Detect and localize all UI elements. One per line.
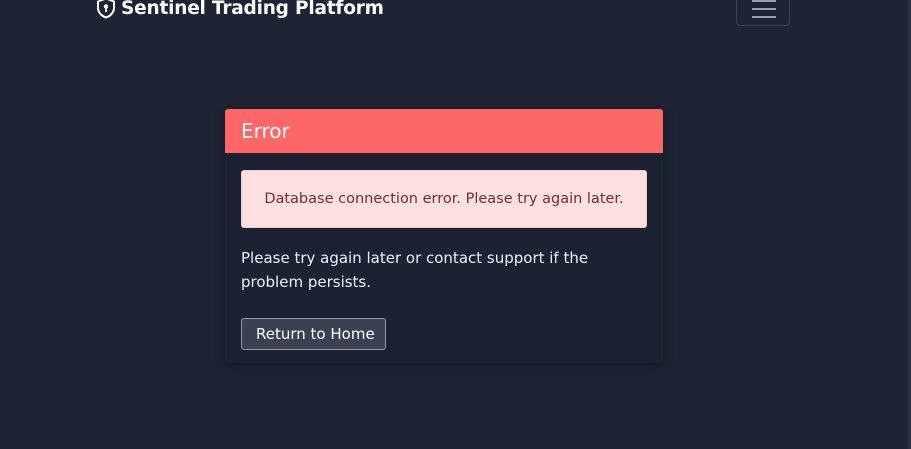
return-home-button[interactable]: Return to Home [241, 318, 386, 350]
navbar: Sentinel Trading Platform [0, 0, 911, 30]
shield-lock-icon [96, 0, 116, 19]
page: Sentinel Trading Platform Error Database… [0, 0, 911, 449]
error-alert: Database connection error. Please try ag… [241, 170, 647, 228]
error-alert-text: Database connection error. Please try ag… [264, 191, 624, 207]
error-card-header: Error [225, 109, 663, 153]
error-message: Please try again later or contact suppor… [241, 249, 589, 291]
navbar-toggle-button[interactable] [736, 0, 790, 26]
error-card: Error Database connection error. Please … [225, 109, 663, 363]
hamburger-menu-icon [752, 0, 776, 18]
brand-title: Sentinel Trading Platform [121, 0, 384, 19]
error-title: Error [241, 119, 290, 143]
brand-link[interactable]: Sentinel Trading Platform [96, 0, 384, 19]
error-card-body: Database connection error. Please try ag… [225, 153, 663, 350]
